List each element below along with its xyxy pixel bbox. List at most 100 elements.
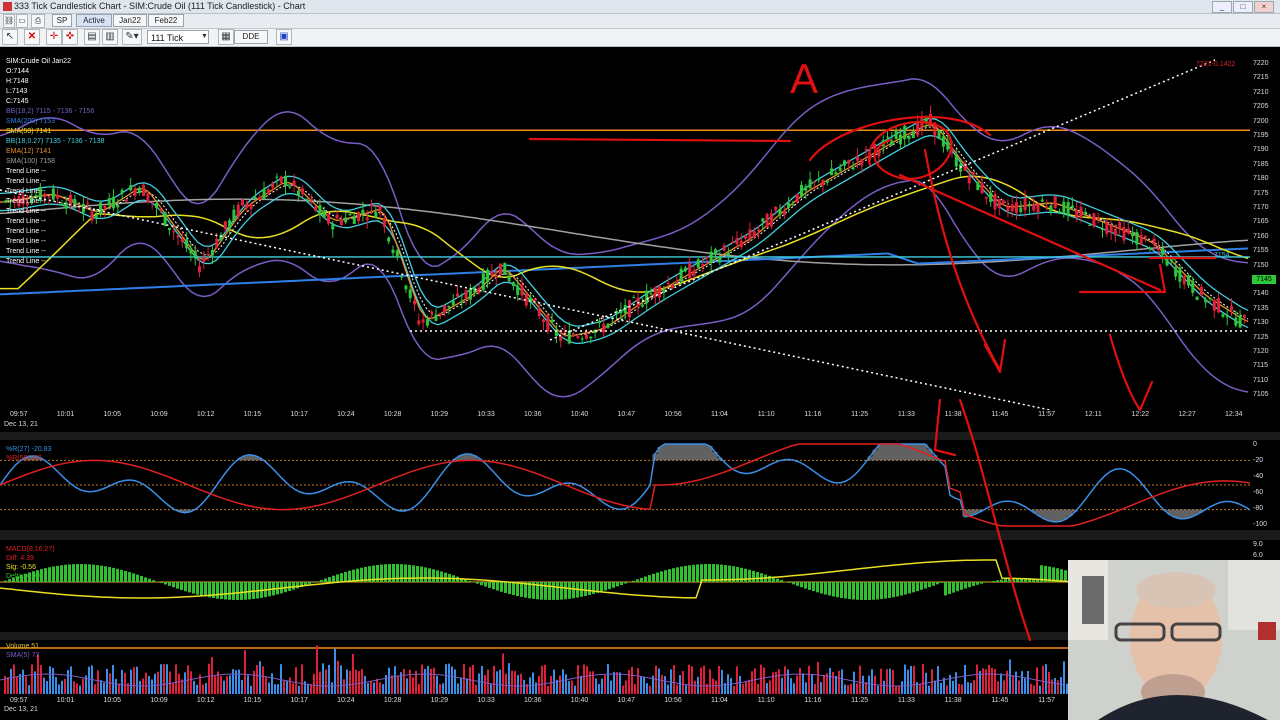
bb-price-tag: 7154: [1214, 252, 1230, 259]
volume-bar: [298, 685, 300, 694]
minimize-button[interactable]: _: [1212, 1, 1232, 13]
volume-bar: [922, 663, 924, 694]
macd-histogram-bar: [556, 582, 559, 600]
price-chart[interactable]: 7154 7221-0.1422: [0, 54, 1250, 410]
volume-bar: [394, 666, 396, 694]
feb22-button[interactable]: Feb22: [148, 14, 184, 27]
candle-body: [843, 160, 846, 166]
macd-histogram-bar: [976, 582, 979, 585]
williams-r-chart[interactable]: [0, 440, 1250, 530]
price_panel-legend-item: Trend Line --: [6, 198, 46, 205]
candle: [1045, 199, 1049, 211]
candle-body: [443, 305, 447, 313]
candle-body: [107, 198, 111, 206]
macd-histogram-bar: [688, 565, 691, 582]
candle-body: [365, 217, 369, 221]
volume-bar: [661, 675, 663, 694]
candle: [1195, 296, 1199, 301]
candle-body: [791, 204, 795, 206]
close-button[interactable]: ×: [1254, 1, 1274, 13]
candle-body: [155, 203, 158, 208]
volume-bar: [124, 672, 126, 694]
candle-body: [425, 318, 429, 326]
candle: [1105, 218, 1109, 237]
properties-icon[interactable]: ▤: [84, 29, 100, 45]
candle: [1083, 207, 1087, 218]
time-tick-label: 10:40: [570, 697, 589, 704]
candle-body: [249, 203, 253, 210]
window-titlebar: 333 Tick Candlestick Chart - SIM:Crude O…: [0, 0, 1280, 14]
volume-bar: [208, 663, 210, 694]
volume-bar: [832, 671, 834, 694]
maximize-button[interactable]: □: [1233, 1, 1253, 13]
price-panel[interactable]: 7154 7221-0.1422 SIM:Crude Oil Jan22 O:714…: [0, 54, 1250, 410]
volume-bar: [94, 684, 96, 694]
cursor-icon[interactable]: ↖: [2, 29, 18, 45]
macd-histogram-bar: [588, 582, 591, 595]
price-tick-label: 7205: [1253, 103, 1269, 111]
candle-body: [1023, 198, 1027, 211]
candle-body: [481, 273, 485, 291]
candle: [778, 204, 782, 219]
volume-bar: [499, 669, 501, 694]
volume-bar: [823, 674, 825, 694]
candle-body: [873, 144, 877, 149]
candle-body: [262, 188, 266, 200]
crosshair-icon[interactable]: ✛: [46, 29, 62, 45]
macd-histogram-bar: [308, 582, 311, 585]
template-icon[interactable]: ▥: [102, 29, 118, 45]
candle-body: [1113, 228, 1117, 236]
candle: [473, 286, 477, 297]
volume-bar: [781, 677, 783, 694]
volume-bar: [451, 666, 453, 694]
drawing-tools-icon[interactable]: ✎▾: [122, 29, 142, 45]
color-icon[interactable]: ▣: [276, 29, 292, 45]
symbol-button[interactable]: SP: [52, 14, 72, 27]
crosshair-snap-icon[interactable]: ✜: [62, 29, 78, 45]
macd-chart[interactable]: [0, 540, 1250, 632]
macd-histogram-bar: [864, 582, 867, 600]
time-tick-label: 12:34: [1225, 411, 1243, 418]
jan22-button[interactable]: Jan22: [113, 14, 147, 27]
candle: [284, 170, 287, 195]
macd-histogram-bar: [640, 577, 643, 582]
active-button[interactable]: Active: [76, 14, 112, 27]
candle-body: [193, 250, 197, 259]
candle-body: [206, 253, 210, 255]
macd-histogram-bar: [668, 569, 671, 582]
candle-body: [950, 147, 954, 150]
macd-histogram-bar: [408, 564, 411, 582]
price_panel-legend-item: SIM:Crude Oil Jan22: [6, 58, 71, 65]
price-scale[interactable]: 7220 7215 7210 7205 7200 7195 7190 7185 7180 7175…: [1250, 54, 1280, 410]
time-tick-label: 10:01: [56, 697, 75, 704]
volume-bar: [508, 663, 510, 694]
williams-r-panel[interactable]: %R(27) -20.83 %R(50) -52 0 -20 -40 -60 -80 -10…: [0, 440, 1280, 530]
macd-histogram-bar: [336, 574, 339, 582]
delete-icon[interactable]: ✕: [24, 29, 40, 45]
candle-body: [391, 249, 395, 254]
volume-bar: [730, 678, 732, 694]
macd-histogram-bar: [332, 575, 335, 582]
ema12-line: [0, 124, 1249, 337]
macd-histogram-bar: [824, 582, 827, 595]
candle-body: [400, 276, 404, 278]
volume-bar: [886, 669, 888, 694]
link-icon[interactable]: ⛓: [3, 14, 15, 28]
macd-histogram-bar: [820, 582, 823, 594]
window-icon[interactable]: ▭: [16, 14, 28, 28]
candle-body: [632, 297, 636, 299]
candle-body: [275, 176, 279, 178]
grid-icon[interactable]: ▦: [218, 29, 234, 45]
macd-histogram-bar: [968, 582, 971, 588]
dde-button[interactable]: DDE: [234, 30, 268, 44]
volume-bar: [157, 671, 159, 694]
volume-bar: [436, 675, 438, 694]
macd-histogram-bar: [56, 565, 59, 582]
candle: [344, 212, 348, 225]
chevron-down-icon[interactable]: ▼: [199, 30, 210, 44]
macd-histogram-bar: [984, 582, 987, 583]
price_panel-legend-item: L:7143: [6, 88, 28, 95]
print-icon[interactable]: ⎙: [31, 14, 45, 28]
volume-bar: [862, 675, 864, 694]
volume-bar: [28, 685, 30, 694]
